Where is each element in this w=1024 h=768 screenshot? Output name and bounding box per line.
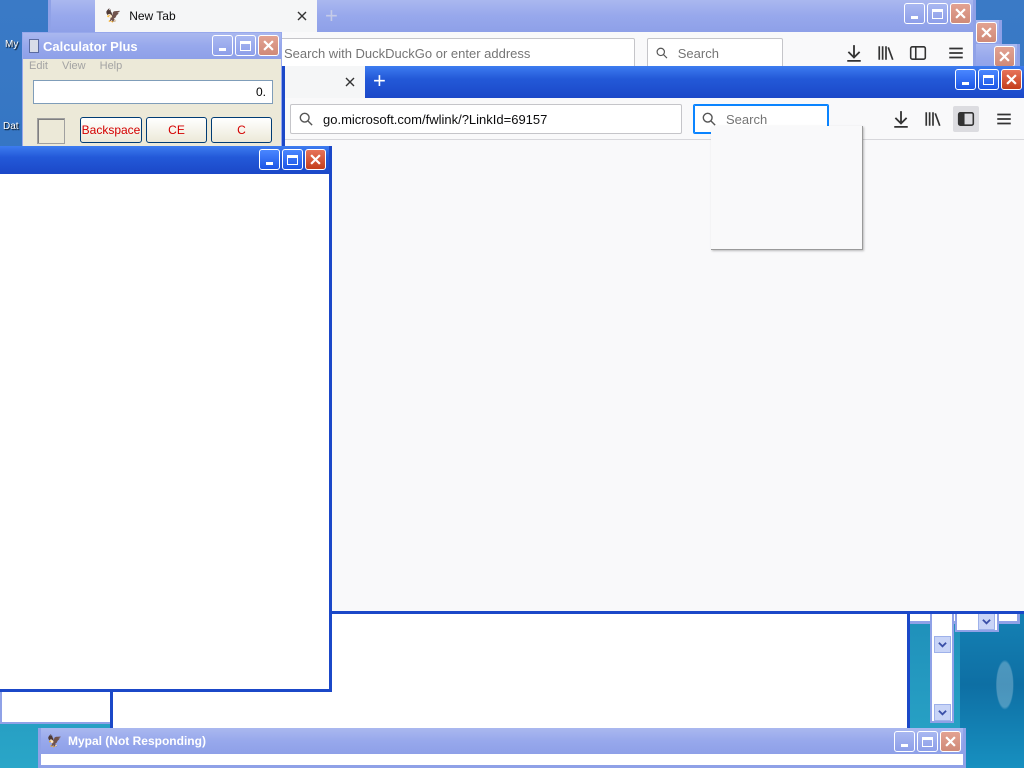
mypal-window: 🦅 Mypal (Not Responding) xyxy=(38,728,966,768)
minimize-icon xyxy=(219,48,226,51)
menu-bar: Edit View Help xyxy=(29,60,122,72)
minimize-button[interactable] xyxy=(212,35,233,56)
library-icon[interactable] xyxy=(922,108,944,130)
search-input[interactable] xyxy=(724,110,828,128)
close-icon xyxy=(263,40,274,51)
mypal-logo-icon: 🦅 xyxy=(105,8,122,23)
close-icon[interactable] xyxy=(297,11,307,21)
url-bar[interactable] xyxy=(290,104,682,134)
maximize-button[interactable] xyxy=(235,35,256,56)
caption-buttons xyxy=(212,35,279,56)
search-icon xyxy=(702,112,716,126)
hamburger-menu-icon[interactable] xyxy=(993,108,1015,130)
desktop-icon-label-data[interactable]: Dat xyxy=(3,121,19,132)
search-box[interactable] xyxy=(647,38,783,68)
caption-buttons xyxy=(994,46,1015,67)
navigation-toolbar xyxy=(285,98,1024,140)
url-bar[interactable] xyxy=(273,38,635,68)
scroll-down-button[interactable] xyxy=(934,636,951,653)
download-icon[interactable] xyxy=(843,42,865,64)
download-icon[interactable] xyxy=(890,108,912,130)
tab-strip: + xyxy=(285,66,1024,98)
chevron-down-icon xyxy=(982,619,991,625)
window-title: Calculator Plus xyxy=(43,38,138,54)
close-icon xyxy=(310,154,321,165)
minimize-button[interactable] xyxy=(259,149,280,170)
calculator-display: 0. xyxy=(33,80,273,104)
menu-view[interactable]: View xyxy=(62,60,86,72)
tab-strip: 🦅 New Tab + xyxy=(51,0,973,32)
minimize-icon xyxy=(901,744,908,747)
scroll-down-button[interactable] xyxy=(934,704,951,721)
search-icon xyxy=(656,47,668,59)
maximize-icon xyxy=(922,736,933,747)
close-icon xyxy=(981,27,992,38)
chevron-down-icon xyxy=(938,710,947,716)
front-browser-window: + xyxy=(282,66,1024,614)
tab-new-tab[interactable]: 🦅 New Tab xyxy=(95,0,317,32)
calculator-window: Calculator Plus Edit View Help 0. Backsp… xyxy=(22,32,282,152)
calculator-icon xyxy=(29,39,39,53)
maximize-button[interactable] xyxy=(917,731,938,752)
library-icon[interactable] xyxy=(875,42,897,64)
desktop-icon-label-my[interactable]: My xyxy=(5,39,18,50)
caption-buttons xyxy=(259,149,326,170)
maximize-icon xyxy=(240,40,251,51)
tab-current[interactable] xyxy=(285,66,365,98)
clear-button[interactable]: C xyxy=(211,117,272,143)
new-tab-button[interactable]: + xyxy=(325,5,338,27)
scroll-down-button[interactable] xyxy=(978,613,995,630)
hamburger-menu-icon[interactable] xyxy=(945,42,967,64)
new-tab-button[interactable]: + xyxy=(373,70,386,92)
sidebar-icon[interactable] xyxy=(907,42,929,64)
title-bar xyxy=(0,146,329,174)
clear-entry-button[interactable]: CE xyxy=(146,117,207,143)
window-title: Mypal (Not Responding) xyxy=(67,734,206,748)
close-button[interactable] xyxy=(940,731,961,752)
mypal-logo-icon: 🦅 xyxy=(47,734,62,748)
blank-window xyxy=(0,146,332,692)
backspace-button[interactable]: Backspace xyxy=(80,117,142,143)
menu-edit[interactable]: Edit xyxy=(29,60,48,72)
close-button[interactable] xyxy=(976,22,997,43)
menu-help[interactable]: Help xyxy=(100,60,123,72)
close-button[interactable] xyxy=(258,35,279,56)
title-bar: Calculator Plus xyxy=(23,33,281,59)
sidebar-icon[interactable] xyxy=(953,106,979,132)
close-icon xyxy=(945,736,956,747)
close-button[interactable] xyxy=(994,46,1015,67)
url-input[interactable] xyxy=(282,44,634,62)
maximize-button[interactable] xyxy=(282,149,303,170)
close-icon xyxy=(999,51,1010,62)
search-input[interactable] xyxy=(675,44,782,62)
close-icon[interactable] xyxy=(345,77,355,87)
minimize-button[interactable] xyxy=(894,731,915,752)
chevron-down-icon xyxy=(938,642,947,648)
title-bar: 🦅 Mypal (Not Responding) xyxy=(41,728,963,754)
background-scrollbar-panel xyxy=(930,608,954,723)
search-icon xyxy=(299,112,313,126)
maximize-icon xyxy=(287,154,298,165)
memory-indicator xyxy=(37,118,65,144)
search-dropdown-popup xyxy=(711,126,863,250)
minimize-icon xyxy=(266,162,273,165)
caption-buttons xyxy=(894,731,961,752)
caption-buttons xyxy=(976,22,997,43)
url-input[interactable] xyxy=(321,110,681,128)
tab-title: New Tab xyxy=(129,9,176,23)
close-button[interactable] xyxy=(305,149,326,170)
